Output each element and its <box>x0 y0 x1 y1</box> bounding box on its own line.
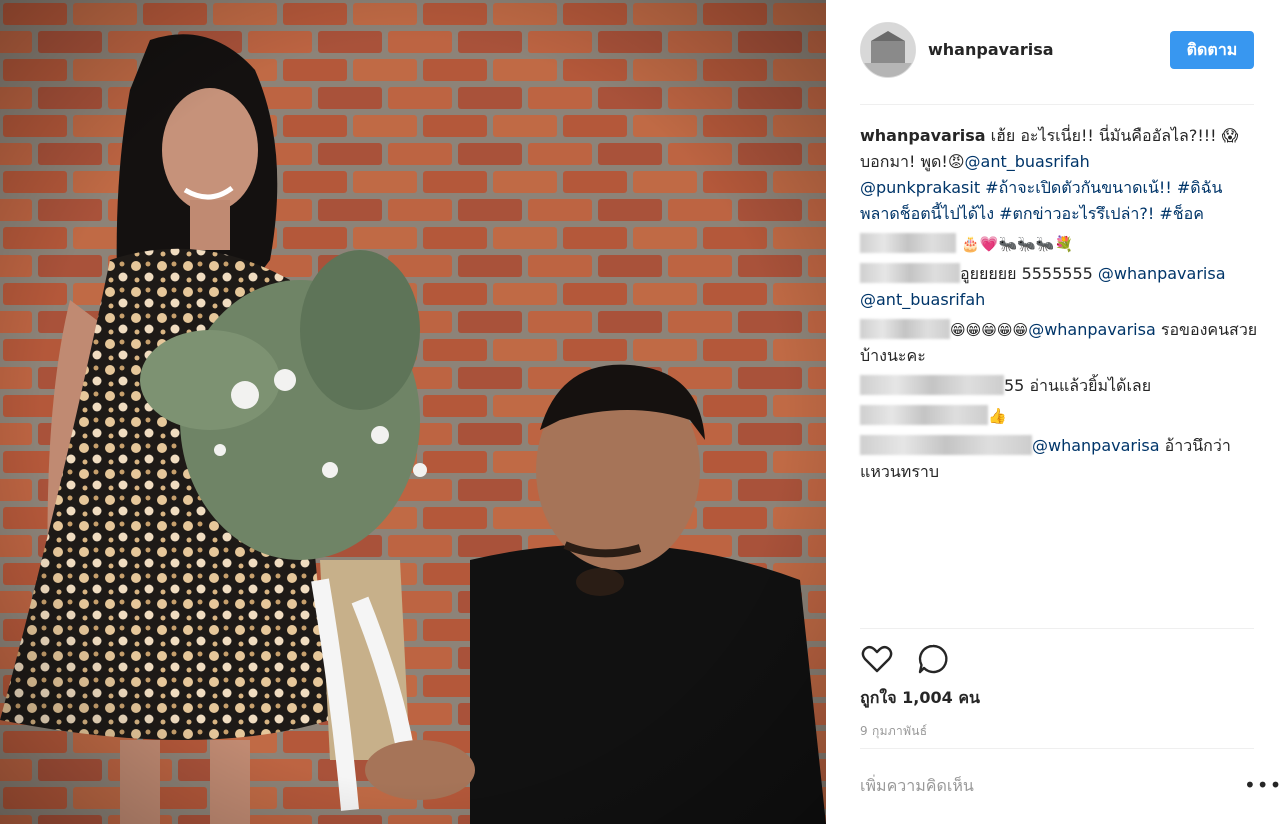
caption-text-1: เฮ้ย อะไรเนี่ย!! นี่มันคืออัลไล?!!! <box>985 126 1222 145</box>
comment-item: 😁😁😁😁😁@whanpavarisa รอของคนสวยบ้างนะคะ <box>860 317 1260 369</box>
caption-text-2: บอกมา! พูด! <box>860 152 948 171</box>
comment-item: @whanpavarisa อ้าวนึกว่าแหวนทราบ <box>860 433 1260 485</box>
blurred-username <box>860 435 1032 455</box>
comment-mention[interactable]: @whanpavarisa <box>1098 264 1226 283</box>
blurred-username <box>860 319 950 339</box>
comment-box-divider <box>860 748 1254 749</box>
heart-outline-icon[interactable] <box>860 642 894 676</box>
likes-count[interactable]: ถูกใจ 1,004 คน <box>860 686 980 711</box>
caption-hashtag-4[interactable]: #ช็อค <box>1154 204 1204 223</box>
caption-hashtag-3[interactable]: #ตกข่าวอะไรรึเปล่า?! <box>994 204 1154 223</box>
avatar-image <box>861 23 915 77</box>
comment-item: 55 อ่านแล้วยิ้มได้เลย <box>860 373 1260 399</box>
post-date[interactable]: 9 กุมภาพันธ์ <box>860 722 927 741</box>
comment-item: 🎂💗🐜🐜🐜💐 <box>860 231 1260 257</box>
comment-text: 🎂💗🐜🐜🐜💐 <box>961 235 1074 253</box>
caption: whanpavarisa เฮ้ย อะไรเนี่ย!! นี่มันคืออ… <box>860 123 1260 227</box>
comment-item: 👍 <box>860 403 1260 429</box>
comment-mention[interactable]: @whanpavarisa <box>1032 436 1160 455</box>
caption-mention-1[interactable]: @ant_buasrifah <box>965 152 1090 171</box>
blurred-username <box>860 233 956 253</box>
blurred-username <box>860 263 960 283</box>
blurred-username <box>860 375 1004 395</box>
comments-list: whanpavarisa เฮ้ย อะไรเนี่ย!! นี่มันคืออ… <box>860 123 1260 489</box>
follow-button[interactable]: ติดตาม <box>1170 31 1254 69</box>
comment-text: 55 อ่านแล้วยิ้มได้เลย <box>1004 376 1152 395</box>
post-actions <box>860 642 1254 678</box>
avatar[interactable] <box>860 22 916 78</box>
actions-divider <box>860 628 1254 629</box>
blurred-username <box>860 405 988 425</box>
header-divider <box>860 104 1254 105</box>
comment-emoji: 😁😁😁😁😁 <box>950 321 1029 339</box>
comment-emoji: 👍 <box>988 407 1007 425</box>
post-side-panel: whanpavarisa ติดตาม whanpavarisa เฮ้ย อะ… <box>826 0 1280 824</box>
post-photo[interactable] <box>0 0 826 824</box>
add-comment-input[interactable]: เพิ่มความคิดเห็น <box>860 774 974 799</box>
comment-item: อูยยยยย 5555555 @whanpavarisa @ant_buasri… <box>860 261 1260 313</box>
post-header: whanpavarisa ติดตาม <box>860 22 1254 80</box>
caption-emoji-2: 😡 <box>947 152 965 171</box>
speech-bubble-icon[interactable] <box>916 642 950 676</box>
post-author-username[interactable]: whanpavarisa <box>928 40 1054 59</box>
caption-mention-2[interactable]: @punkprakasit <box>860 178 980 197</box>
caption-hashtag-1[interactable]: #ถ้าจะเปิดตัวกันขนาดเน้!! <box>980 178 1177 197</box>
comment-mention[interactable]: @ant_buasrifah <box>860 290 985 309</box>
post-photo-image <box>0 0 826 824</box>
more-options-icon[interactable]: ••• <box>1244 775 1280 795</box>
comment-mention[interactable]: @whanpavarisa <box>1028 320 1156 339</box>
caption-username[interactable]: whanpavarisa <box>860 126 986 145</box>
caption-emoji-1: 😱 <box>1221 126 1239 145</box>
comment-text: อูยยยยย 5555555 <box>960 264 1098 283</box>
